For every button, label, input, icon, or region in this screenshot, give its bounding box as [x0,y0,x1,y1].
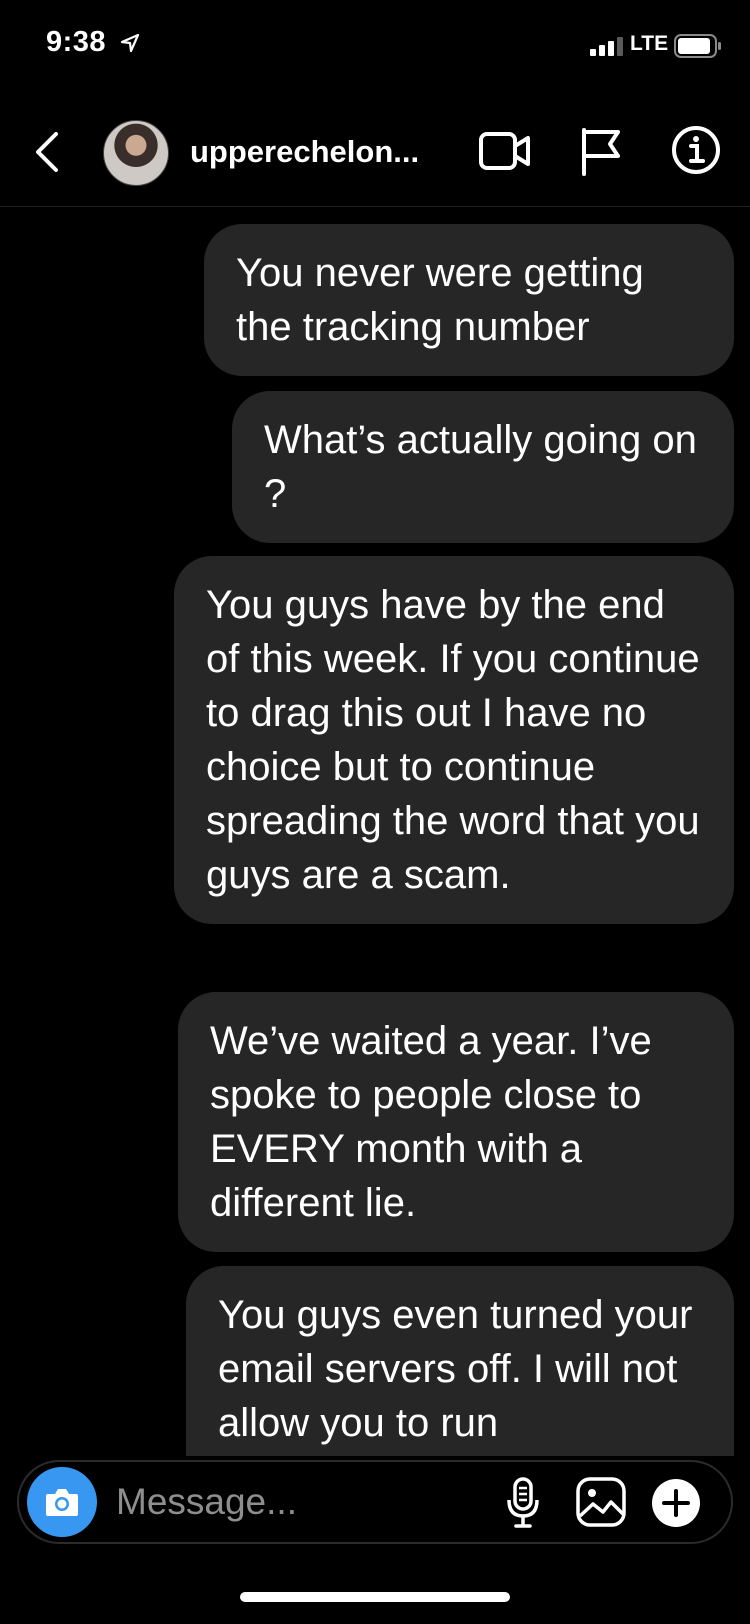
message-bubble[interactable]: You guys have by the end of this week. I… [174,556,734,924]
plus-icon[interactable] [651,1478,701,1528]
message-bubble[interactable]: You never were getting the tracking numb… [204,224,734,376]
status-time: 9:38 [46,26,107,58]
chat-header: upperechelon... [0,100,750,207]
dm-screen: 9:38 LTE upperechelon... You never were … [0,0,750,1624]
network-type: LTE [630,32,669,55]
camera-icon [46,1489,78,1516]
info-icon[interactable] [670,124,722,176]
message-composer [17,1460,733,1544]
message-list[interactable]: You never were getting the tracking numb… [0,206,750,1456]
message-bubble[interactable]: We’ve waited a year. I’ve spoke to peopl… [178,992,734,1252]
chat-username[interactable]: upperechelon... [190,134,460,170]
gallery-icon[interactable] [575,1476,627,1528]
avatar[interactable] [103,120,169,186]
message-bubble[interactable]: You guys even turned your email servers … [186,1266,734,1456]
camera-button[interactable] [27,1467,97,1537]
message-bubble[interactable]: What’s actually going on ? [232,391,734,543]
home-indicator[interactable] [240,1592,510,1602]
message-input[interactable] [114,1476,458,1528]
video-call-icon[interactable] [478,128,532,174]
location-arrow-icon [120,33,140,53]
microphone-icon[interactable] [504,1476,542,1530]
status-bar: 9:38 LTE [0,0,750,90]
cellular-signal-icon [590,37,623,56]
flag-icon[interactable] [578,126,624,176]
battery-icon [674,34,721,58]
back-chevron-icon[interactable] [28,124,64,180]
